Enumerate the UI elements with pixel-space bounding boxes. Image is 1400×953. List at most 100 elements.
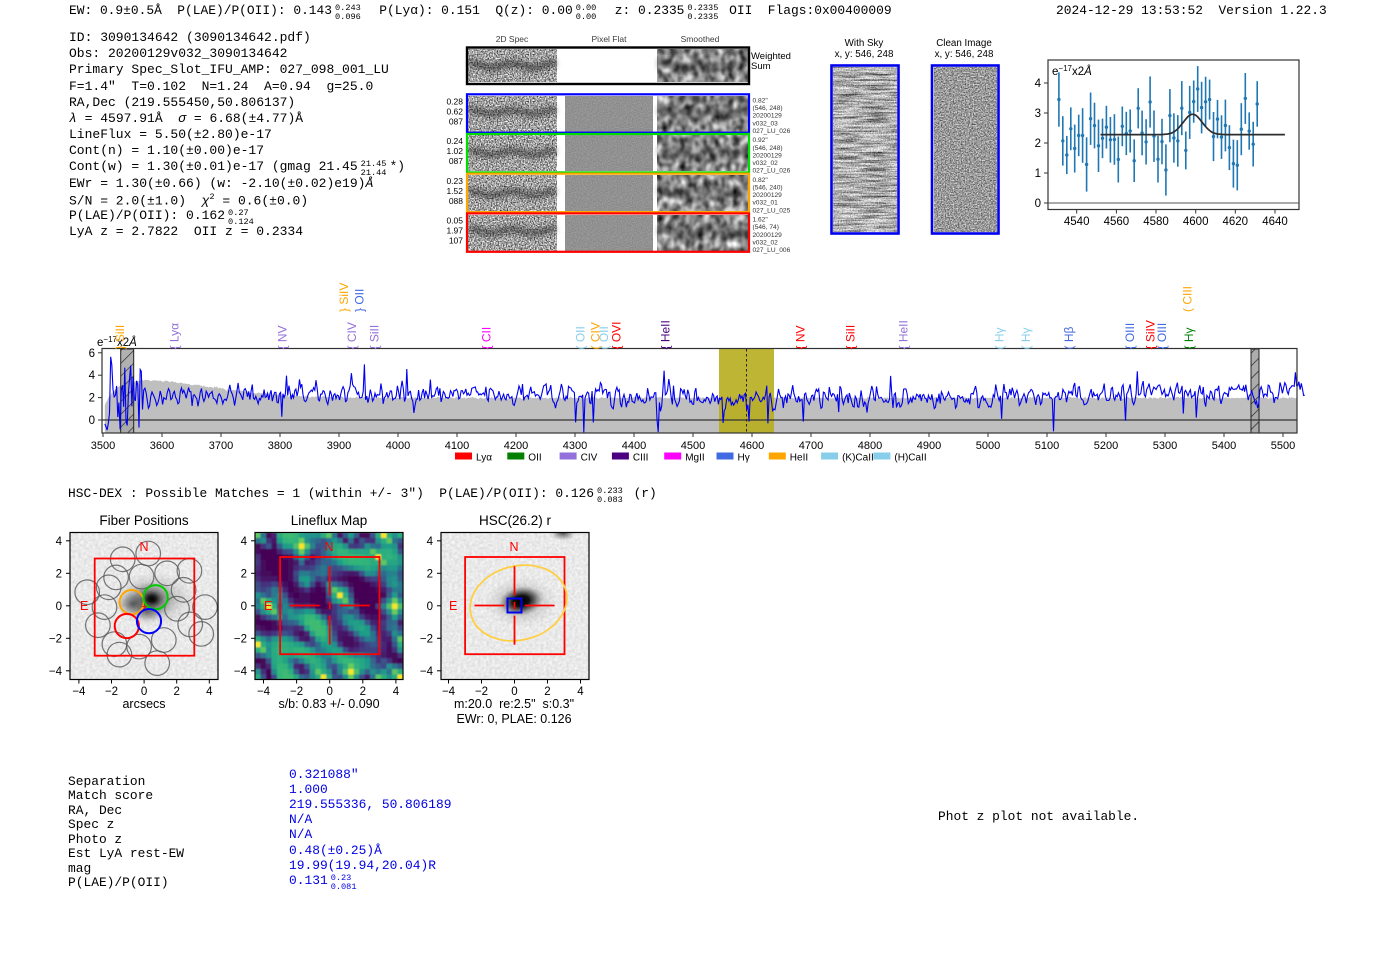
svg-text:Lyα: Lyα [476,453,492,464]
svg-text:v032_02: v032_02 [753,239,779,246]
svg-text:0.82": 0.82" [753,98,769,105]
svg-text:( Hβ: ( Hβ [1062,327,1076,350]
svg-text:HSC(26.2) r: HSC(26.2) r [479,513,552,528]
svg-text:5200: 5200 [1094,440,1118,452]
svg-text:2: 2 [56,568,62,580]
svg-text:m:20.0 re:2.5" s:0.3": m:20.0 re:2.5" s:0.3" [454,697,574,711]
svg-text:−2: −2 [105,686,118,698]
svg-text:N: N [139,540,148,554]
svg-text:088: 088 [449,196,463,206]
svg-text:2: 2 [241,568,247,580]
svg-text:4640: 4640 [1262,216,1288,228]
svg-text:20200129: 20200129 [753,152,783,159]
svg-text:4540: 4540 [1064,216,1090,228]
svg-text:Hγ: Hγ [738,453,750,464]
svg-text:{ HeII: { HeII [659,320,673,349]
svg-text:2: 2 [1035,138,1041,150]
svg-text:HeII: HeII [790,453,808,464]
svg-text:{ HeII: { HeII [897,320,911,349]
svg-text:0.28: 0.28 [446,97,463,107]
svg-text:0: 0 [1035,198,1041,210]
svg-text:4600: 4600 [740,440,764,452]
svg-text:4: 4 [56,536,63,548]
svg-text:v032_02: v032_02 [753,160,779,167]
svg-text:Clean Image: Clean Image [936,38,992,49]
svg-text:1: 1 [1035,168,1041,180]
svg-text:Smoothed: Smoothed [681,34,720,44]
svg-text:1.62": 1.62" [753,217,769,224]
svg-text:( Hγ: ( Hγ [1019,328,1033,350]
svg-text:MgII: MgII [685,453,704,464]
svg-text:x, y: 546, 248: x, y: 546, 248 [935,49,994,60]
svg-text:−2: −2 [420,633,433,645]
svg-text:OII: OII [528,453,541,464]
svg-text:3: 3 [1035,108,1041,120]
svg-text:{ Hγ: { Hγ [1182,327,1196,349]
svg-text:(546, 74): (546, 74) [753,224,779,231]
svg-text:3500: 3500 [91,440,115,452]
svg-text:087: 087 [449,156,463,166]
svg-text:6: 6 [89,348,95,360]
svg-text:087: 087 [449,117,463,127]
svg-text:0: 0 [56,601,62,613]
svg-text:v032_03: v032_03 [753,120,779,127]
svg-text:0: 0 [89,415,95,427]
svg-text:4400: 4400 [622,440,646,452]
svg-text:4: 4 [89,370,96,382]
svg-text:2: 2 [173,686,179,698]
svg-text:2D Spec: 2D Spec [496,34,529,44]
svg-text:5100: 5100 [1035,440,1059,452]
svg-text:arcsecs: arcsecs [122,697,165,711]
svg-text:4000: 4000 [386,440,410,452]
svg-text:{ CII: { CII [480,327,494,350]
svg-text:s/b: 0.83 +/- 0.090: s/b: 0.83 +/- 0.090 [278,697,379,711]
svg-text:4700: 4700 [799,440,823,452]
svg-text:{ SiII: { SiII [844,325,858,350]
svg-text:20200129: 20200129 [753,232,783,239]
svg-text:3700: 3700 [209,440,233,452]
svg-text:} SiII: } SiII [113,325,127,350]
svg-text:( CIII: ( CIII [1181,286,1195,312]
svg-text:2: 2 [427,568,433,580]
svg-text:4900: 4900 [917,440,941,452]
svg-text:20200129: 20200129 [753,113,783,120]
svg-text:(K)CaII: (K)CaII [842,453,874,464]
svg-text:0.82": 0.82" [753,177,769,184]
svg-text:4300: 4300 [563,440,587,452]
svg-text:v032_01: v032_01 [753,200,779,207]
svg-text:027_LU_026: 027_LU_026 [753,168,791,175]
svg-text:4: 4 [1035,78,1042,90]
svg-text:(H)CaII: (H)CaII [894,453,926,464]
svg-text:20200129: 20200129 [753,192,783,199]
svg-text:4580: 4580 [1143,216,1169,228]
svg-text:{ NV: { NV [794,325,808,349]
svg-text:1.02: 1.02 [446,146,463,156]
svg-text:Sum: Sum [751,61,771,72]
svg-text:4600: 4600 [1183,216,1209,228]
svg-text:CIV: CIV [581,453,598,464]
svg-text:−4: −4 [49,666,63,678]
svg-text:5300: 5300 [1153,440,1177,452]
svg-text:4200: 4200 [504,440,528,452]
svg-text:2: 2 [89,393,95,405]
svg-text:3900: 3900 [327,440,351,452]
svg-text:N: N [324,540,333,554]
svg-text:4: 4 [427,536,434,548]
svg-text:−4: −4 [257,686,271,698]
svg-text:0.92": 0.92" [753,137,769,144]
svg-text:4: 4 [577,686,584,698]
svg-text:−2: −2 [49,633,62,645]
svg-text:−2: −2 [234,633,247,645]
svg-text:4800: 4800 [858,440,882,452]
svg-text:3600: 3600 [150,440,174,452]
svg-text:5500: 5500 [1271,440,1295,452]
svg-text:0.62: 0.62 [446,107,463,117]
svg-text:With Sky: With Sky [845,38,884,49]
svg-text:+: + [141,601,147,613]
svg-text:Fiber Positions: Fiber Positions [99,513,189,528]
svg-text:0.24: 0.24 [446,136,463,146]
svg-text:E: E [264,599,272,613]
svg-text:−4: −4 [234,666,248,678]
svg-text:{ NV: { NV [276,325,290,349]
svg-text:027_LU_006: 027_LU_006 [753,247,791,254]
